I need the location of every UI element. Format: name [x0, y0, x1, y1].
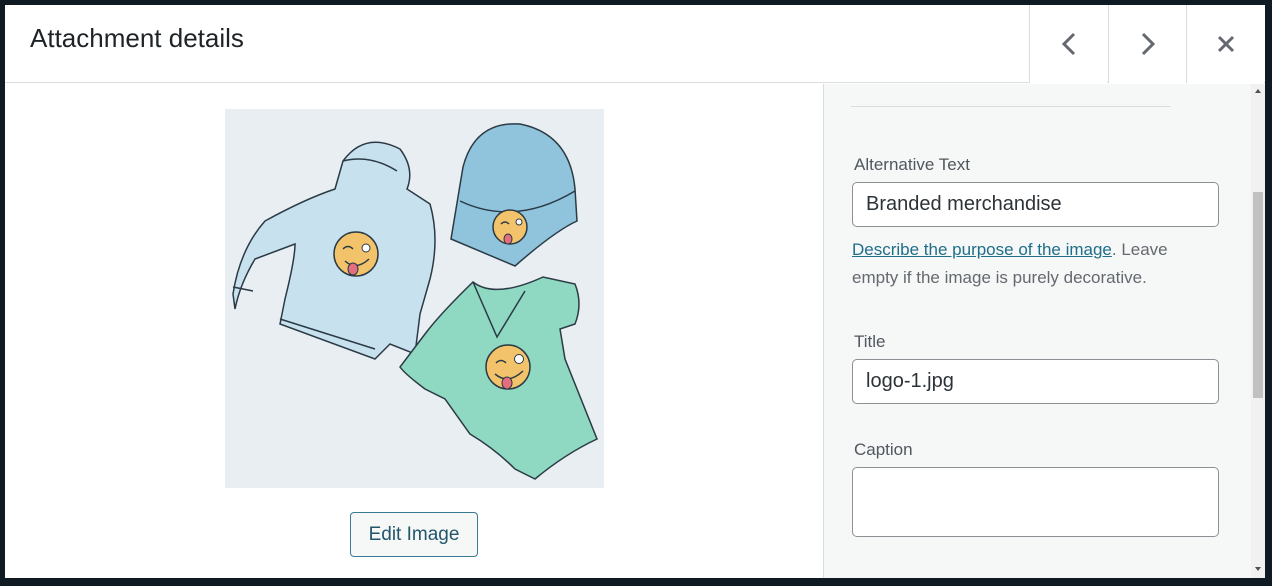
scrollbar-thumb[interactable]: [1253, 192, 1263, 398]
alt-text-help: Describe the purpose of the image. Leave…: [852, 236, 1212, 292]
tshirt-emoji: [485, 344, 531, 390]
title-label: Title: [854, 332, 886, 351]
attachment-preview: Edit Image: [5, 84, 823, 578]
alt-text-input[interactable]: [852, 182, 1219, 227]
modal-title: Attachment details: [30, 23, 244, 53]
beanie-emoji: [492, 209, 528, 245]
next-button[interactable]: [1108, 5, 1186, 83]
sidebar-scrollbar[interactable]: [1251, 84, 1265, 578]
chevron-right-icon: [1141, 32, 1155, 56]
backdrop: Attachment details Edit Image Alternativ…: [0, 0, 1272, 586]
caption-label: Caption: [854, 440, 913, 459]
caption-field-wrap: [824, 467, 1224, 539]
modal-header: Attachment details: [5, 5, 1265, 83]
merchandise-illustration: [225, 109, 604, 488]
title-input[interactable]: [852, 359, 1219, 404]
hoodie-emoji: [333, 231, 379, 277]
close-button[interactable]: [1186, 5, 1264, 83]
alt-text-label: Alternative Text: [854, 155, 970, 174]
previous-button[interactable]: [1029, 5, 1107, 83]
arrow-down-icon: [1255, 567, 1261, 571]
arrow-up-icon: [1255, 89, 1261, 93]
chevron-left-icon: [1061, 32, 1075, 56]
describe-purpose-link[interactable]: Describe the purpose of the image: [852, 240, 1112, 259]
edit-image-button[interactable]: Edit Image: [350, 512, 478, 557]
close-icon: [1217, 35, 1234, 53]
attachment-image: [225, 109, 604, 488]
attachment-settings-panel: Alternative Text Describe the purpose of…: [823, 84, 1265, 578]
scroll-up-button[interactable]: [1251, 88, 1265, 98]
caption-textarea[interactable]: [852, 467, 1219, 537]
attachment-details-modal: Attachment details Edit Image Alternativ…: [5, 5, 1265, 578]
scroll-down-button[interactable]: [1251, 566, 1265, 576]
section-divider: [851, 106, 1171, 107]
